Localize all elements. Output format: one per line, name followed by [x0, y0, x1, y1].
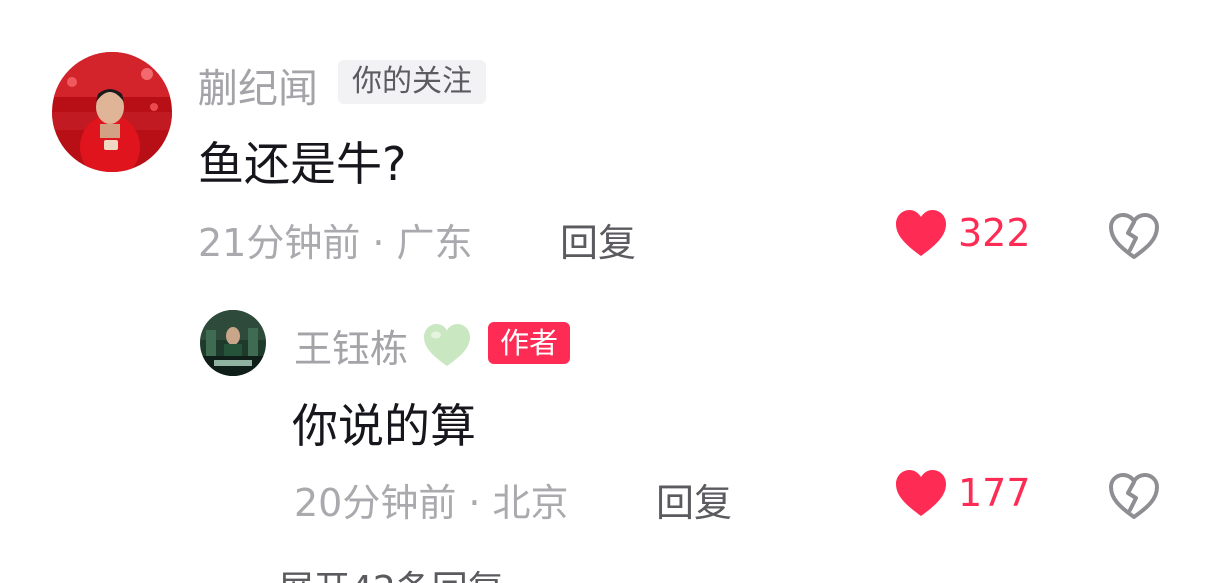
reply-meta: 20分钟前 · 北京: [294, 472, 568, 527]
comment-thread: 蒯纪闻 你的关注 鱼还是牛? 21分钟前 · 广东 回复 322 王钰栋 作者 …: [0, 0, 1223, 583]
username[interactable]: 蒯纪闻: [198, 56, 318, 114]
dislike-button[interactable]: [1108, 472, 1160, 520]
reply-username[interactable]: 王钰栋: [294, 318, 408, 373]
dislike-button[interactable]: [1108, 212, 1160, 260]
timestamp: 20分钟前: [294, 481, 457, 525]
reply-user-avatar[interactable]: [200, 310, 266, 376]
broken-heart-icon: [1109, 473, 1159, 519]
timestamp: 21分钟前: [198, 221, 361, 265]
comment-meta: 21分钟前 · 广东: [198, 212, 472, 267]
heart-icon: [896, 210, 946, 256]
user-avatar[interactable]: [52, 52, 172, 172]
reply-button[interactable]: 回复: [560, 212, 636, 267]
location: 广东: [396, 221, 473, 265]
light-green-heart-icon: [424, 324, 470, 366]
reply-text: 你说的算: [292, 399, 476, 453]
like-button[interactable]: 177: [894, 468, 1031, 518]
heart-icon: [896, 470, 946, 516]
like-count: 322: [958, 211, 1031, 255]
reply-button[interactable]: 回复: [656, 472, 732, 527]
like-button[interactable]: 322: [894, 208, 1031, 258]
broken-heart-icon: [1109, 213, 1159, 259]
comment-text: 鱼还是牛?: [198, 137, 407, 191]
expand-replies-link[interactable]: 展开42条回复: [278, 560, 504, 583]
location: 北京: [492, 481, 569, 525]
following-badge: 你的关注: [338, 60, 486, 104]
like-count: 177: [958, 471, 1031, 515]
author-badge: 作者: [488, 322, 571, 364]
separator-dot: ·: [372, 221, 385, 265]
separator-dot: ·: [468, 481, 481, 525]
